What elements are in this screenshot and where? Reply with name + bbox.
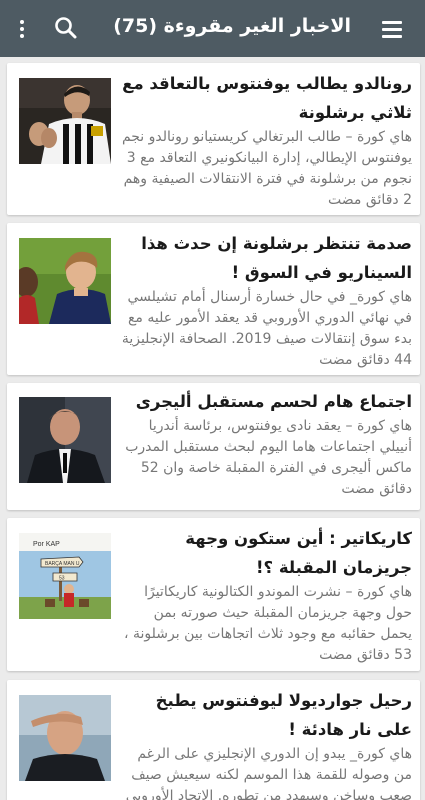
- article-headline: رحيل جوارديولا ليوفنتوس يطبخ على نار هاد…: [155, 691, 412, 739]
- article-headline: اجتماع هام لحسم مستقبل أليجرى: [135, 392, 412, 411]
- article-headline: كاريكاتير : أين ستكون وجهة جريزمان المقب…: [185, 529, 412, 577]
- app-bar: الاخبار الغير مقروءة (75): [0, 0, 425, 57]
- news-card[interactable]: رونالدو يطالب يوفنتوس بالتعاقد مع ثلاثي …: [7, 63, 420, 215]
- article-headline: صدمة تنتظر برشلونة إن حدث هذا السيناريو …: [141, 234, 412, 282]
- article-time: 2 دقائق مضت: [328, 192, 412, 208]
- article-thumbnail: [19, 397, 111, 483]
- cartoon-sign-number: 53: [59, 576, 65, 582]
- article-thumbnail: [19, 238, 111, 324]
- article-headline: رونالدو يطالب يوفنتوس بالتعاقد مع ثلاثي …: [122, 74, 412, 122]
- page-title: الاخبار الغير مقروءة (75): [113, 15, 351, 37]
- search-icon[interactable]: [52, 14, 80, 42]
- news-card[interactable]: رحيل جوارديولا ليوفنتوس يطبخ على نار هاد…: [7, 680, 420, 800]
- cartoon-signature: Por KAP: [33, 541, 60, 548]
- article-snippet: هاي كورة_ يبدو إن الدوري الإنجليزي على ا…: [125, 746, 412, 800]
- news-card[interactable]: صدمة تنتظر برشلونة إن حدث هذا السيناريو …: [7, 223, 420, 375]
- article-snippet: هاي كورة – نشرت الموندو الكتالونية كاريك…: [124, 584, 412, 663]
- article-snippet: هاي كورة_ في حال خسارة أرسنال أمام تشيلس…: [121, 289, 412, 368]
- cartoon-sign-text: BARÇA MAN U: [45, 561, 80, 567]
- news-card[interactable]: Por KAP BARÇA MAN U 53 كاريكاتير : أين س…: [7, 518, 420, 671]
- article-thumbnail: Por KAP BARÇA MAN U 53: [19, 533, 111, 619]
- news-card[interactable]: اجتماع هام لحسم مستقبل أليجرى هاي كورة –…: [7, 383, 420, 510]
- article-time: 44 دقائق مضت: [319, 352, 412, 368]
- article-snippet: هاي كورة – يعقد نادى يوفنتوس، برئاسة أند…: [125, 418, 412, 497]
- article-time: 53 دقائق مضت: [319, 647, 412, 663]
- more-vert-icon[interactable]: [12, 14, 32, 44]
- article-thumbnail: [19, 695, 111, 781]
- article-thumbnail: [19, 78, 111, 164]
- hamburger-menu-icon[interactable]: [377, 14, 407, 44]
- article-snippet: هاي كورة – طالب البرتغالي كريستيانو رونا…: [121, 129, 412, 208]
